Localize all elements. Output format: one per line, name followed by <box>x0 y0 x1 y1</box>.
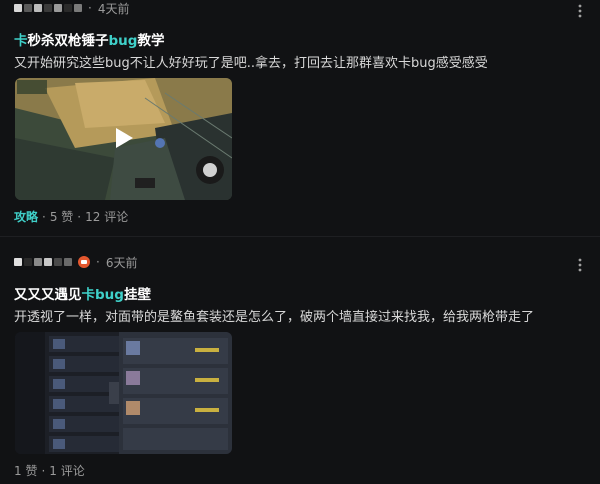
separator-dot: · <box>41 463 46 478</box>
post-body[interactable]: 开透视了一样，对面带的是鳌鱼套装还是怎么了，破两个墙直接过来找我，给我两枪带走了 <box>14 306 534 325</box>
title-highlight: 卡 <box>14 33 28 49</box>
play-icon[interactable] <box>111 126 135 150</box>
post-body[interactable]: 又开始研究这些bug不让人好好玩了是吧..拿去，打回去让那群喜欢卡bug感受感受 <box>14 52 488 71</box>
like-count[interactable]: 1 赞 <box>14 462 37 479</box>
post-card[interactable]: · 4天前 卡秒杀双枪锤子bug教学 又开始研究这些bug不让人好好玩了是吧..… <box>0 0 600 236</box>
separator-dot: · <box>77 209 82 224</box>
separator-dot: · <box>42 209 46 224</box>
post-author-row: · 4天前 <box>14 0 129 16</box>
post-footer: 攻略 · 5 赞 · 12 评论 <box>14 208 128 225</box>
post-title[interactable]: 又又又遇见卡bug挂壁 <box>14 283 151 303</box>
post-author-row: · 6天前 <box>14 254 137 270</box>
like-count[interactable]: 5 赞 <box>50 208 73 225</box>
more-vertical-icon[interactable] <box>578 4 582 21</box>
game-badge-icon <box>78 256 90 268</box>
title-text: 秒杀双枪锤子 <box>27 33 109 49</box>
post-footer: 1 赞 · 1 评论 <box>14 462 85 479</box>
avatar[interactable] <box>14 4 82 12</box>
image-thumbnail[interactable] <box>15 332 232 454</box>
separator-dot: · <box>96 255 100 269</box>
title-highlight: 卡bug <box>81 287 124 303</box>
post-time: 6天前 <box>105 255 138 270</box>
post-card[interactable]: · 6天前 又又又遇见卡bug挂壁 开透视了一样，对面带的是鳌鱼套装还是怎么了，… <box>0 248 600 484</box>
post-tag[interactable]: 攻略 <box>14 208 38 225</box>
comment-count[interactable]: 12 评论 <box>85 208 128 225</box>
post-title[interactable]: 卡秒杀双枪锤子bug教学 <box>14 29 164 49</box>
title-text: 挂壁 <box>123 287 151 303</box>
title-text: 又又又遇见 <box>14 287 82 303</box>
title-highlight: bug <box>108 33 138 49</box>
video-thumbnail[interactable] <box>15 78 232 200</box>
separator-dot: · <box>88 1 92 15</box>
title-text: 教学 <box>137 33 165 49</box>
avatar[interactable] <box>14 258 72 266</box>
post-time: 4天前 <box>97 1 130 16</box>
more-vertical-icon[interactable] <box>578 258 582 275</box>
divider <box>0 236 600 237</box>
comment-count[interactable]: 1 评论 <box>49 462 84 479</box>
